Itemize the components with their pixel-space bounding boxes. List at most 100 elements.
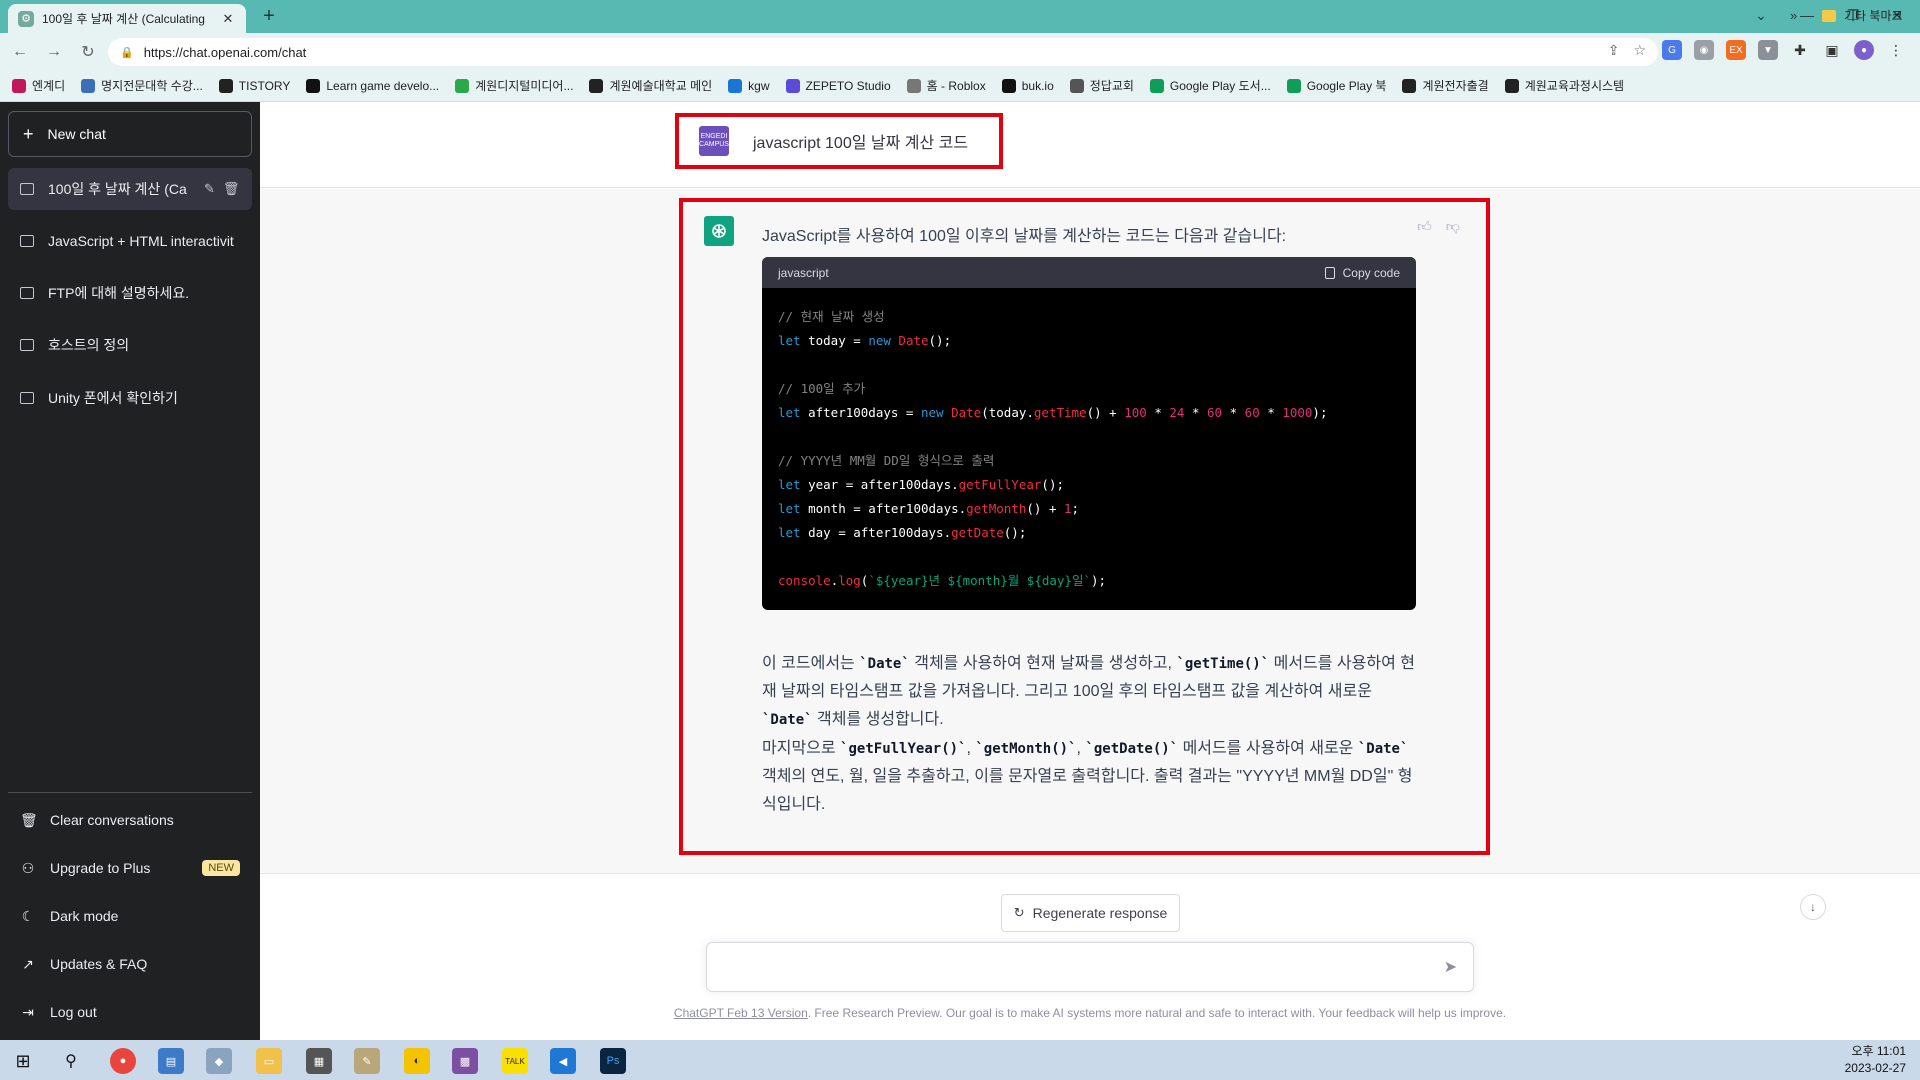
calculator-icon[interactable]: ▦ — [306, 1048, 332, 1074]
bookmark-item[interactable]: 엔계디 — [12, 77, 65, 94]
conversation-item[interactable]: Unity 폰에서 확인하기 — [8, 377, 252, 419]
filter-extension-icon[interactable]: ▼ — [1758, 40, 1778, 60]
code-token: today = — [800, 333, 869, 348]
delete-trash-icon[interactable]: 🗑 — [223, 181, 240, 197]
bookmark-item[interactable]: 계원전자출결 — [1402, 77, 1489, 94]
bookmark-item[interactable]: Google Play 북 — [1286, 77, 1386, 94]
dark-mode-button[interactable]: ☾ Dark mode — [8, 896, 252, 936]
tab-search-icon[interactable]: ⌄ — [1738, 0, 1784, 30]
bookmark-star-icon[interactable]: ☆ — [1633, 42, 1646, 59]
bookmark-item[interactable]: 정답교회 — [1069, 77, 1134, 94]
bookmark-item[interactable]: 계원교육과정시스템 — [1504, 77, 1624, 94]
bookmark-item[interactable]: TISTORY — [218, 78, 290, 93]
vscode-icon[interactable]: ◀ — [550, 1048, 576, 1074]
extensions-puzzle-icon[interactable]: ✚ — [1790, 40, 1810, 60]
bookmark-item[interactable]: ZEPETO Studio — [785, 78, 891, 93]
thumbs-up-icon[interactable]: 👍︎ — [1417, 218, 1432, 235]
browser-tab-active[interactable]: ⚙ 100일 후 날짜 계산 (Calculating ✕ — [8, 4, 246, 33]
code-token: * — [1184, 405, 1208, 420]
message-icon — [20, 339, 34, 351]
message-icon — [20, 287, 34, 299]
new-tab-button[interactable]: + — [256, 6, 282, 28]
log-out-button[interactable]: ⇥ Log out — [8, 992, 252, 1032]
conversation-item[interactable]: JavaScript + HTML interactivit — [8, 220, 252, 262]
omnibox[interactable]: 🔒 https://chat.openai.com/chat ⇪ ☆ — [108, 38, 1658, 66]
edit-pencil-icon[interactable]: ✎ — [204, 181, 215, 197]
message-icon — [20, 235, 34, 247]
bookmark-item[interactable]: 홈 - Roblox — [906, 77, 986, 94]
bookmark-favicon-icon — [12, 78, 26, 93]
bookmark-item[interactable]: buk.io — [1001, 78, 1054, 93]
scroll-down-icon[interactable]: ↓ — [1800, 894, 1826, 920]
menu-kebab-icon[interactable]: ⋮ — [1886, 40, 1906, 60]
file-explorer-icon[interactable]: ▭ — [256, 1048, 282, 1074]
bookmark-item[interactable]: 계원예술대학교 메인 — [589, 77, 712, 94]
conversation-label: FTP에 대해 설명하세요. — [48, 285, 190, 301]
back-arrow-icon[interactable]: ← — [6, 38, 34, 66]
code-line: let day = after100days.getDate(); — [778, 521, 1400, 545]
user-icon: ⚇ — [21, 859, 35, 876]
kakaotalk-icon[interactable]: TALK — [502, 1048, 528, 1074]
bookmark-item[interactable]: Google Play 도서... — [1149, 77, 1271, 94]
code-token: getMonth — [966, 501, 1027, 516]
bookmark-label: buk.io — [1021, 78, 1054, 93]
regenerate-response-button[interactable]: ↻ Regenerate response — [1001, 894, 1180, 932]
windows-start-icon[interactable]: ⊞ — [10, 1048, 36, 1074]
upgrade-plus-button[interactable]: ⚇ Upgrade to Plus NEW — [8, 848, 252, 888]
lock-icon: 🔒 — [120, 46, 134, 59]
app-icon[interactable]: ◐ — [404, 1048, 430, 1074]
ex-extension-icon[interactable]: EX — [1726, 40, 1746, 60]
translate-extension-icon[interactable]: G — [1662, 40, 1682, 60]
forward-arrow-icon[interactable]: → — [40, 38, 68, 66]
chrome-icon[interactable]: ● — [110, 1048, 136, 1074]
bookmark-item[interactable]: 명지전문대학 수강... — [81, 77, 203, 94]
bookmark-item[interactable]: 계원디지털미디어... — [455, 77, 573, 94]
code-token: Date — [951, 405, 982, 420]
app-icon[interactable]: ✎ — [354, 1048, 380, 1074]
reload-icon[interactable]: ↻ — [74, 38, 102, 66]
copy-code-button[interactable]: Copy code — [1324, 266, 1400, 280]
bookmark-item[interactable]: Learn game develo... — [306, 78, 439, 93]
photoshop-icon[interactable]: Ps — [600, 1048, 626, 1074]
code-token: getTime — [1033, 405, 1087, 420]
code-line: // 100일 추가 — [778, 377, 1400, 401]
other-bookmarks-folder[interactable]: 기타 북마크 — [1822, 7, 1903, 24]
conversation-label: Unity 폰에서 확인하기 — [48, 390, 178, 406]
bookmark-label: ZEPETO Studio — [805, 78, 891, 93]
profile-avatar[interactable]: ● — [1854, 40, 1874, 60]
app-icon[interactable]: ▩ — [452, 1048, 478, 1074]
conversation-item[interactable]: FTP에 대해 설명하세요. — [8, 272, 252, 314]
share-icon[interactable]: ⇪ — [1608, 42, 1620, 59]
side-panel-icon[interactable]: ▣ — [1822, 40, 1842, 60]
close-tab-icon[interactable]: ✕ — [220, 11, 236, 27]
app-icon[interactable]: ▤ — [158, 1048, 184, 1074]
moon-icon: ☾ — [21, 907, 35, 924]
version-link[interactable]: ChatGPT Feb 13 Version — [674, 1006, 808, 1020]
clear-conversations-label: Clear conversations — [50, 812, 174, 828]
message-input-box[interactable]: ➤ — [706, 942, 1474, 992]
chat-bottom-area: ↻ Regenerate response ↓ ➤ ChatGPT Feb 13… — [260, 874, 1920, 1040]
message-input[interactable] — [723, 955, 1413, 981]
clear-conversations-button[interactable]: 🗑 Clear conversations — [8, 800, 252, 840]
app-icon[interactable]: ◆ — [206, 1048, 232, 1074]
bookmarks-overflow-button[interactable]: » — [1790, 8, 1797, 23]
code-token: 1000 — [1282, 405, 1313, 420]
code-token: // 100일 추가 — [778, 381, 866, 396]
conversation-item[interactable]: 호스트의 정의 — [8, 324, 252, 366]
thumbs-down-icon[interactable]: 👎︎ — [1446, 218, 1460, 235]
send-icon[interactable]: ➤ — [1444, 957, 1457, 977]
search-icon[interactable]: ⚲ — [58, 1048, 84, 1074]
camera-extension-icon[interactable]: ◉ — [1694, 40, 1714, 60]
bookmark-item[interactable]: kgw — [728, 78, 770, 93]
conversation-item[interactable]: 100일 후 날짜 계산 (Ca ✎ 🗑 — [8, 168, 252, 210]
code-token: 60 — [1207, 405, 1223, 420]
url-text[interactable]: https://chat.openai.com/chat — [144, 45, 307, 60]
code-token: // 현재 날짜 생성 — [778, 309, 885, 324]
updates-faq-link[interactable]: ↗ Updates & FAQ — [8, 944, 252, 984]
new-chat-button[interactable]: + New chat — [8, 111, 252, 157]
system-clock[interactable]: 오후 11:01 2023-02-27 — [1845, 1043, 1906, 1077]
code-token: (); — [1041, 477, 1064, 492]
code-token: month = after100days. — [800, 501, 967, 516]
